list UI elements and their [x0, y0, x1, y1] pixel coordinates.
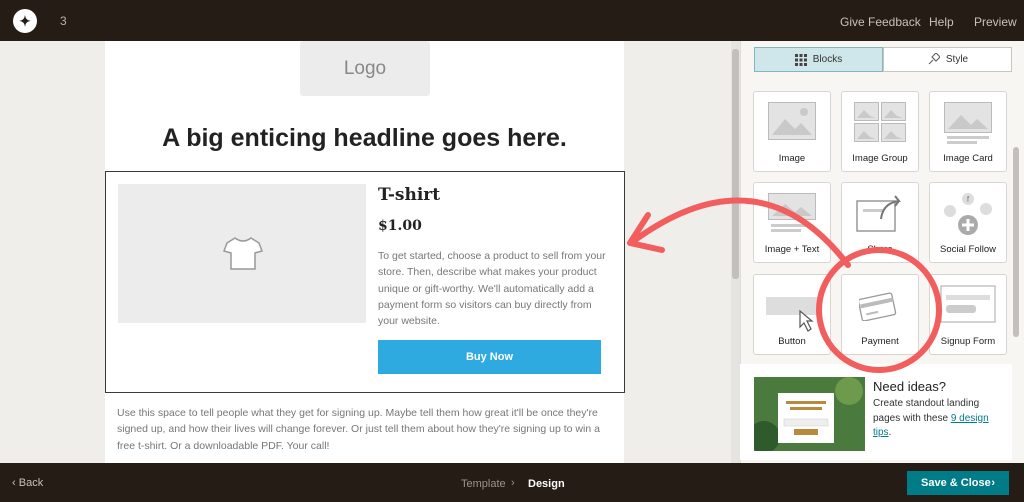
canvas-scrollbar[interactable] — [731, 41, 740, 463]
social-follow-icon: f — [944, 193, 992, 235]
block-signup-form[interactable]: Signup Form — [929, 274, 1007, 355]
product-block[interactable]: T-shirt $1.00 To get started, choose a p… — [105, 171, 625, 393]
panel-scrollbar[interactable] — [1011, 57, 1020, 367]
email-page: Logo A big enticing headline goes here. … — [105, 41, 625, 463]
breadcrumb-template[interactable]: Template — [461, 478, 506, 490]
need-ideas-card: Need ideas? Create standout landing page… — [740, 364, 1012, 460]
block-social-follow[interactable]: f Social Follow — [929, 182, 1007, 263]
logo-placeholder[interactable]: Logo — [300, 41, 430, 96]
breadcrumb-chevron-icon: › — [511, 477, 515, 489]
block-share[interactable]: Share — [841, 182, 919, 263]
image-icon — [768, 102, 816, 140]
product-image[interactable] — [118, 184, 366, 323]
body-text[interactable]: Use this space to tell people what they … — [117, 405, 612, 454]
chevron-left-icon: ‹ — [12, 477, 19, 489]
need-ideas-text-after: . — [888, 427, 892, 438]
product-price: $1.00 — [378, 218, 422, 234]
tab-blocks-label: Blocks — [812, 54, 843, 65]
block-share-label: Share — [867, 244, 893, 255]
need-ideas-text: Create standout landing pages with these… — [873, 397, 1008, 441]
back-button[interactable]: ‹ Back — [12, 477, 43, 489]
block-payment-label: Payment — [861, 336, 899, 347]
block-payment[interactable]: Payment — [841, 274, 919, 355]
block-image-card[interactable]: Image Card — [929, 91, 1007, 172]
headline[interactable]: A big enticing headline goes here. — [105, 124, 624, 153]
panel-tabs: Blocks Style — [754, 47, 1012, 72]
help-link[interactable]: Help — [929, 15, 954, 29]
image-card-icon — [944, 102, 992, 144]
need-ideas-title: Need ideas? — [873, 379, 946, 394]
block-image-card-label: Image Card — [943, 153, 993, 164]
button-icon — [766, 297, 818, 332]
block-image-text[interactable]: Image + Text — [753, 182, 831, 263]
editor-canvas: Logo A big enticing headline goes here. … — [0, 41, 740, 463]
give-feedback-link[interactable]: Give Feedback — [840, 15, 921, 29]
credit-card-icon — [859, 292, 897, 321]
tab-blocks[interactable]: Blocks — [754, 47, 883, 72]
share-icon — [856, 195, 901, 232]
chevron-right-icon: › — [991, 477, 995, 489]
landing-page-preview-image — [754, 377, 865, 451]
product-name: T-shirt — [378, 185, 441, 205]
back-label: Back — [18, 477, 44, 489]
save-and-close-label: Save & Close — [921, 477, 991, 489]
tab-style[interactable]: Style — [883, 47, 1012, 72]
tab-style-label: Style — [945, 54, 969, 65]
block-button[interactable]: Button — [753, 274, 831, 355]
buy-now-button[interactable]: Buy Now — [378, 340, 601, 374]
canvas-scrollbar-thumb[interactable] — [732, 49, 739, 279]
grid-icon — [794, 53, 807, 66]
top-bar: ✦ 3 Give Feedback Help Preview — [0, 0, 1024, 41]
save-and-close-button[interactable]: Save & Close › — [907, 471, 1009, 495]
step-number: 3 — [60, 14, 67, 28]
block-social-follow-label: Social Follow — [940, 244, 996, 255]
block-image-group[interactable]: Image Group — [841, 91, 919, 172]
paint-icon — [928, 53, 940, 65]
image-group-icon — [854, 102, 906, 142]
preview-link[interactable]: Preview — [974, 15, 1017, 29]
mailchimp-logo-icon[interactable]: ✦ — [13, 9, 37, 33]
block-image-text-label: Image + Text — [764, 244, 820, 255]
bottom-bar: ‹ Back Template › Design Save & Close › — [0, 463, 1024, 502]
product-description: To get started, choose a product to sell… — [378, 250, 606, 328]
landing-page-thumbnail[interactable] — [754, 377, 865, 451]
block-signup-form-label: Signup Form — [940, 336, 996, 347]
block-image-group-label: Image Group — [852, 153, 908, 164]
tshirt-icon — [223, 237, 263, 270]
block-image[interactable]: Image — [753, 91, 831, 172]
image-text-icon — [768, 193, 816, 232]
block-image-label: Image — [778, 153, 806, 164]
signup-form-icon — [940, 285, 996, 323]
breadcrumb-design: Design — [528, 478, 565, 490]
block-button-label: Button — [778, 336, 806, 347]
panel-scrollbar-thumb[interactable] — [1013, 147, 1019, 337]
